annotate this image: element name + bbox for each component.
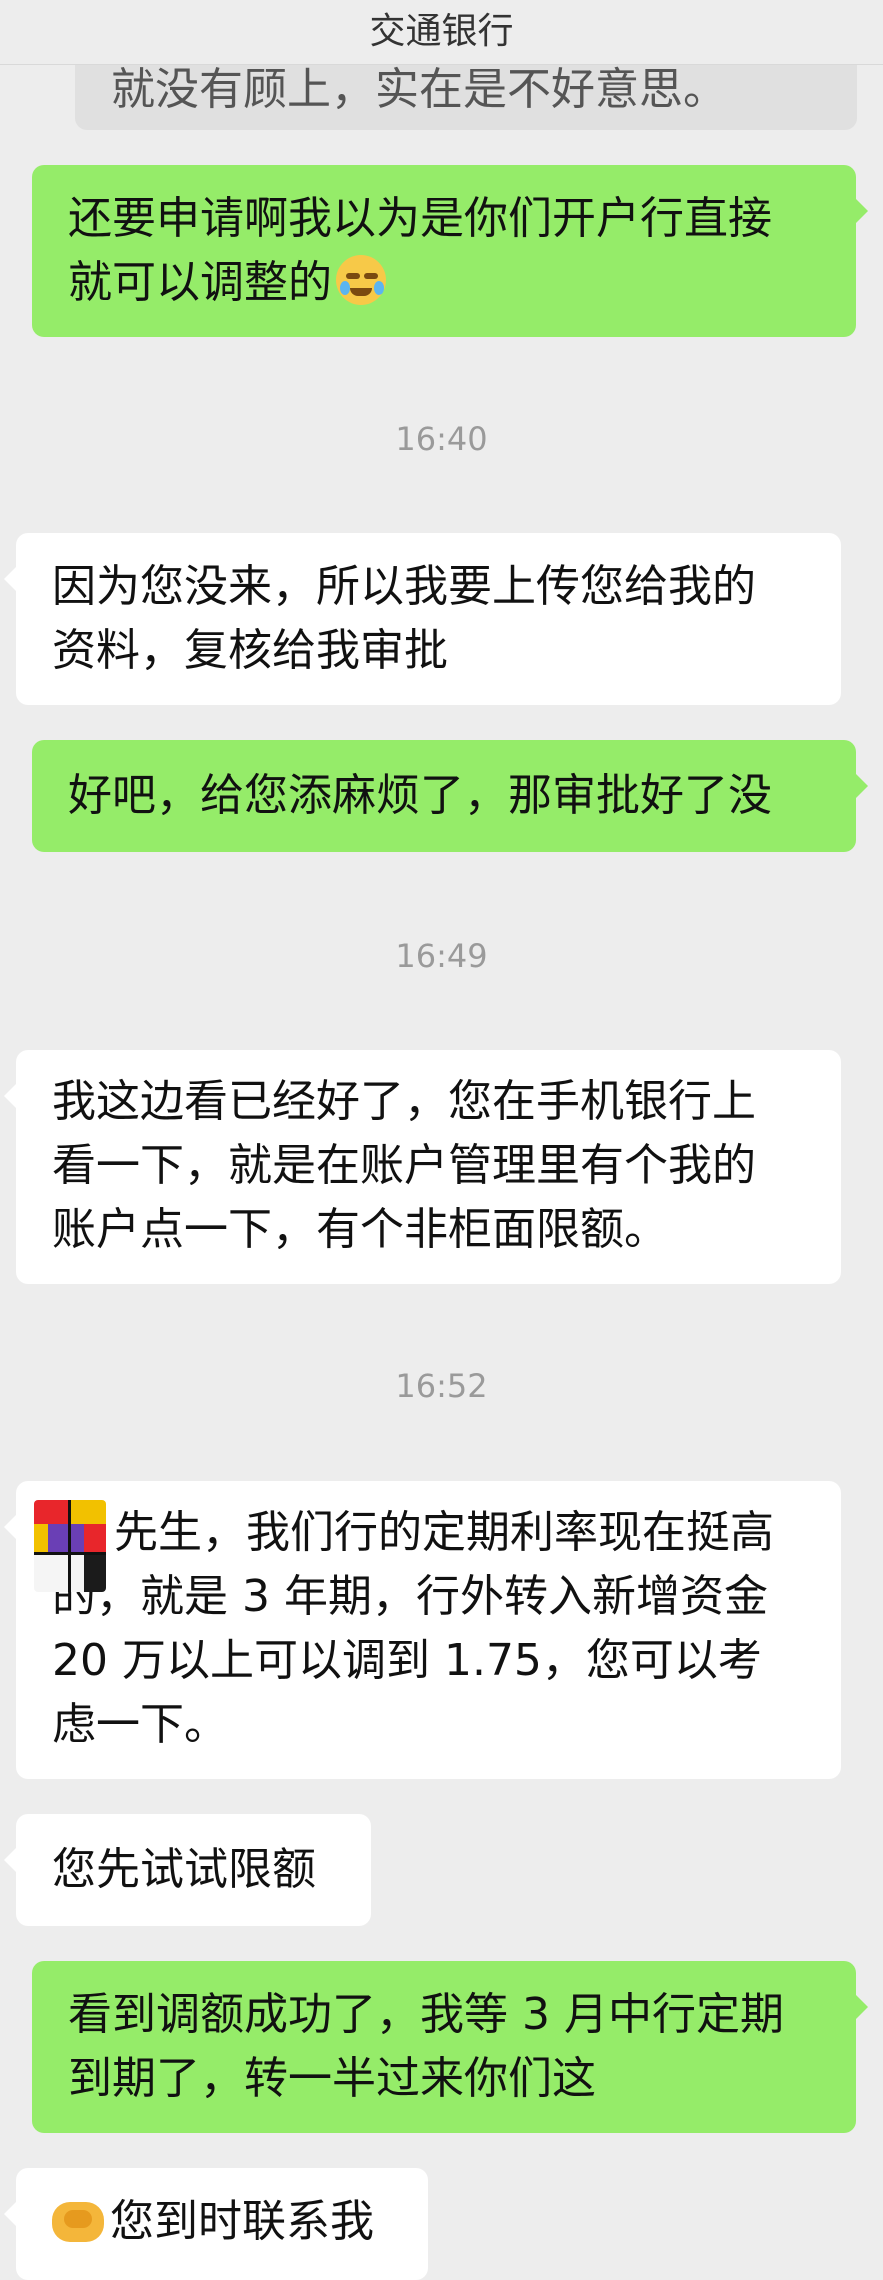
message-line: 到期了，转一半过来你们这 bbox=[68, 2053, 596, 2104]
message-line: 先生，我们行的定期利率现在挺高 bbox=[114, 1507, 774, 1558]
outgoing-message[interactable]: 看到调额成功了，我等 3 月中行定期 到期了，转一半过来你们这 bbox=[32, 1961, 868, 2133]
message-line: 您到时联系我 bbox=[110, 2196, 374, 2247]
incoming-message[interactable]: 因为您没来，所以我要上传您给我的 资料，复核给我审批 bbox=[4, 533, 841, 705]
outgoing-message[interactable]: 好吧，给您添麻烦了，那审批好了没 bbox=[32, 740, 868, 852]
message-line: 账户点一下，有个非柜面限额。 bbox=[52, 1204, 668, 1255]
timestamp: 16:52 bbox=[395, 1367, 488, 1405]
message-line: 看一下，就是在账户管理里有个我的 bbox=[52, 1140, 756, 1191]
message-line: 虑一下。 bbox=[52, 1699, 228, 1750]
message-line: 资料，复核给我审批 bbox=[52, 625, 448, 676]
handshake-emoji bbox=[52, 2202, 104, 2242]
message-line: 因为您没来，所以我要上传您给我的 bbox=[52, 561, 756, 612]
message-line: 我这边看已经好了，您在手机银行上 bbox=[52, 1076, 756, 1127]
incoming-message[interactable]: 我这边看已经好了，您在手机银行上 看一下，就是在账户管理里有个我的 账户点一下，… bbox=[4, 1050, 841, 1284]
face-with-tears-emoji bbox=[336, 255, 386, 305]
mosaic-sticker-icon bbox=[34, 1500, 106, 1592]
message-line: 好吧，给您添麻烦了，那审批好了没 bbox=[68, 770, 772, 821]
incoming-message[interactable]: 您先试试限额 bbox=[4, 1814, 371, 1926]
message-line: 就可以调整的 bbox=[68, 257, 332, 308]
chat-title: 交通银行 bbox=[0, 0, 883, 65]
incoming-message[interactable]: 您到时联系我 bbox=[4, 2168, 428, 2280]
message-line: 看到调额成功了，我等 3 月中行定期 bbox=[68, 1989, 784, 2040]
incoming-message[interactable]: 先生，我们行的定期利率现在挺高 的，就是 3 年期，行外转入新增资金 20 万以… bbox=[4, 1481, 841, 1779]
message-line: 还要申请啊我以为是你们开户行直接 bbox=[68, 193, 772, 244]
message-line: 20 万以上可以调到 1.75，您可以考 bbox=[52, 1635, 762, 1686]
message-line: 的，就是 3 年期，行外转入新增资金 bbox=[52, 1571, 768, 1622]
timestamp: 16:49 bbox=[395, 937, 488, 975]
message-line: 您先试试限额 bbox=[52, 1844, 316, 1895]
timestamp: 16:40 bbox=[395, 420, 488, 458]
outgoing-message[interactable]: 还要申请啊我以为是你们开户行直接 就可以调整的 bbox=[32, 165, 868, 337]
